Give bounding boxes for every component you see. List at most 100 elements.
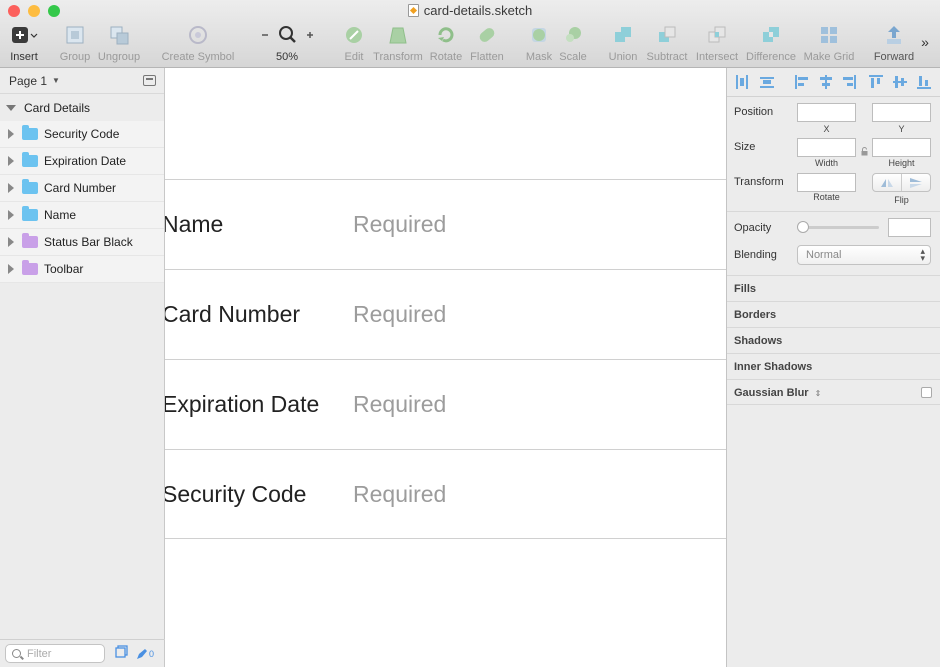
height-field[interactable] [872, 138, 931, 157]
form-row[interactable]: Name Required [165, 179, 726, 269]
disclosure-closed-icon[interactable] [8, 237, 14, 247]
window-title-text: card-details.sketch [423, 3, 533, 18]
layer-row[interactable]: Security Code [0, 121, 164, 148]
align-top-icon[interactable] [869, 75, 883, 89]
form-row[interactable]: Card Number Required [165, 269, 726, 359]
x-label: X [823, 124, 830, 134]
lock-icon[interactable] [861, 143, 868, 161]
toolbar-overflow-button[interactable]: » [918, 34, 932, 50]
subtract-button[interactable]: Subtract [644, 24, 690, 63]
fills-section[interactable]: Fills [727, 275, 940, 301]
create-symbol-button[interactable]: Create Symbol [160, 24, 236, 63]
opacity-slider[interactable] [803, 226, 879, 229]
insert-button[interactable]: Insert [8, 24, 40, 63]
form-row-placeholder: Required [353, 211, 447, 237]
intersect-label: Intersect [695, 51, 739, 63]
collapse-pages-icon[interactable] [143, 75, 156, 86]
form-row-placeholder: Required [353, 301, 447, 327]
layers-sidebar: Page 1 ▼ Card Details Security Code Expir… [0, 68, 165, 667]
folder-icon [22, 179, 38, 194]
layer-row[interactable]: Expiration Date [0, 148, 164, 175]
gaussian-blur-section[interactable]: Gaussian Blur ⇕ [727, 379, 940, 405]
layer-label: Toolbar [44, 262, 84, 276]
scale-icon [558, 24, 588, 48]
edited-layers-filter[interactable]: 0 [136, 648, 154, 660]
flatten-icon [468, 24, 506, 48]
edit-icon [340, 24, 368, 48]
width-field[interactable] [797, 138, 856, 157]
height-label: Height [888, 158, 915, 168]
symbols-filter-icon[interactable] [115, 644, 128, 663]
layer-row[interactable]: Status Bar Black [0, 229, 164, 256]
search-icon [12, 649, 21, 658]
align-left-icon[interactable] [795, 75, 809, 89]
disclosure-closed-icon[interactable] [8, 264, 14, 274]
alignment-toolbar [727, 68, 940, 97]
scale-button[interactable]: Scale [558, 24, 588, 63]
opacity-slider-knob[interactable] [797, 221, 809, 233]
intersect-button[interactable]: Intersect [694, 24, 740, 63]
gaussian-blur-checkbox[interactable] [921, 387, 932, 398]
position-x-field[interactable] [797, 103, 856, 122]
canvas[interactable]: Name Required Card Number Required Expiratio… [165, 68, 726, 667]
zoom-control[interactable]: 50% [258, 24, 316, 63]
difference-button[interactable]: Difference [744, 24, 798, 63]
grid-icon [802, 24, 856, 48]
layer-row[interactable]: Toolbar [0, 256, 164, 283]
filter-input[interactable]: Filter [5, 644, 105, 663]
disclosure-closed-icon[interactable] [8, 129, 14, 139]
transform-button[interactable]: Transform [372, 24, 424, 63]
distribute-horizontal-icon[interactable] [735, 75, 749, 89]
subtract-icon [644, 24, 690, 48]
transform-icon [372, 24, 424, 48]
layer-label: Status Bar Black [44, 235, 133, 249]
inner-shadows-section[interactable]: Inner Shadows [727, 353, 940, 379]
flip-horizontal-icon[interactable] [873, 174, 902, 191]
form-row-label: Expiration Date [165, 391, 320, 417]
mask-button[interactable]: Mask [524, 24, 554, 63]
opacity-field[interactable] [888, 218, 931, 237]
shadows-section[interactable]: Shadows [727, 327, 940, 353]
flip-vertical-icon[interactable] [902, 174, 930, 191]
union-button[interactable]: Union [606, 24, 640, 63]
layer-label: Name [44, 208, 77, 222]
disclosure-closed-icon[interactable] [8, 183, 14, 193]
chevron-updown-icon[interactable]: ⇕ [815, 389, 822, 398]
ungroup-button[interactable]: Ungroup [96, 24, 142, 63]
y-label: Y [898, 124, 905, 134]
layer-row[interactable]: Name [0, 202, 164, 229]
blending-select[interactable]: Normal ▴ ▾ [797, 245, 931, 265]
group-icon [58, 24, 92, 48]
align-right-icon[interactable] [842, 75, 856, 89]
artboard-row[interactable]: Card Details [0, 94, 164, 121]
borders-section[interactable]: Borders [727, 301, 940, 327]
disclosure-closed-icon[interactable] [8, 210, 14, 220]
edit-button[interactable]: Edit [340, 24, 368, 63]
make-grid-button[interactable]: Make Grid [802, 24, 856, 63]
folder-icon [22, 125, 38, 140]
zoom-icon [258, 24, 316, 48]
forward-button[interactable]: Forward [872, 24, 916, 63]
chevron-down-icon: ▼ [52, 76, 60, 85]
layer-row[interactable]: Card Number [0, 175, 164, 202]
position-y-field[interactable] [872, 103, 931, 122]
disclosure-open-icon[interactable] [6, 104, 16, 111]
insert-label: Insert [10, 51, 38, 63]
forward-icon [872, 24, 916, 48]
group-button[interactable]: Group [58, 24, 92, 63]
rotate-field[interactable] [797, 173, 856, 192]
group-label: Group [59, 51, 91, 63]
zoom-level: 50% [275, 51, 299, 63]
ungroup-icon [96, 24, 142, 48]
align-bottom-icon[interactable] [917, 75, 931, 89]
distribute-vertical-icon[interactable] [760, 75, 774, 89]
form-row[interactable]: Security Code Required [165, 449, 726, 539]
page-selector[interactable]: Page 1 ▼ [0, 68, 164, 94]
rotate-button[interactable]: Rotate [428, 24, 464, 63]
align-center-horizontal-icon[interactable] [819, 75, 833, 89]
form-row[interactable]: Expiration Date Required [165, 359, 726, 449]
window-title: card-details.sketch [0, 3, 940, 18]
disclosure-closed-icon[interactable] [8, 156, 14, 166]
flatten-button[interactable]: Flatten [468, 24, 506, 63]
align-middle-vertical-icon[interactable] [893, 75, 907, 89]
